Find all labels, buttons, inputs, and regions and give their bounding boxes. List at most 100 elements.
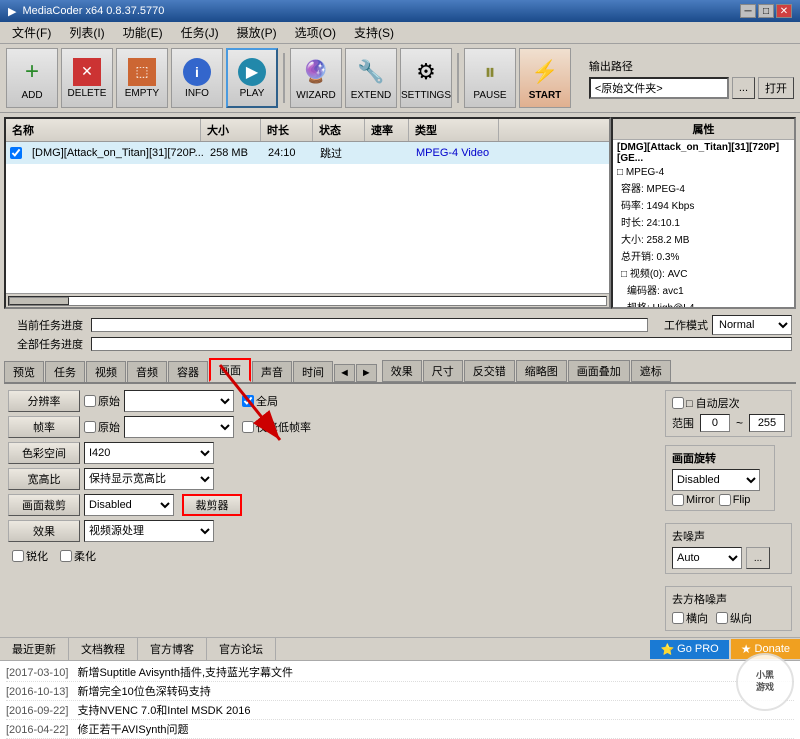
sharpen-checkbox[interactable] (12, 550, 24, 562)
tab-next-arrow[interactable]: ► (356, 364, 377, 382)
col-header-status[interactable]: 状态 (313, 119, 365, 141)
add-button[interactable]: + ADD (6, 48, 58, 108)
denoise-select[interactable]: Auto Off Light Medium Strong (672, 547, 742, 569)
tab-prev-arrow[interactable]: ◄ (334, 364, 355, 382)
tab-size[interactable]: 尺寸 (423, 360, 463, 382)
extend-button[interactable]: 🔧 EXTEND (345, 48, 397, 108)
tab-sound[interactable]: 声音 (252, 361, 292, 382)
colorspace-button[interactable]: 色彩空间 (8, 442, 80, 464)
rotation-box: 画面旋转 Disabled 90 CW 90 CCW 180 Mirror (665, 445, 775, 511)
tab-video[interactable]: 视频 (86, 361, 126, 382)
rotation-select[interactable]: Disabled 90 CW 90 CCW 180 (672, 469, 760, 491)
menu-support[interactable]: 支持(S) (346, 22, 402, 43)
output-path-input[interactable] (589, 77, 729, 99)
wizard-button[interactable]: 🔮 WIZARD (290, 48, 342, 108)
framerate-original-checkbox[interactable] (84, 421, 96, 433)
reduce-framerate-checkbox[interactable] (242, 421, 254, 433)
vertical-deblock-check[interactable]: 纵向 (716, 610, 752, 626)
aspect-ratio-button[interactable]: 宽高比 (8, 468, 80, 490)
tab-mask[interactable]: 遮标 (631, 360, 671, 382)
bottom-tab-updates[interactable]: 最近更新 (0, 638, 69, 660)
news-item: [2016-04-22] 修正若干AVISynth问题 (6, 720, 794, 739)
horizontal-deblock-checkbox[interactable] (672, 612, 684, 624)
settings-button[interactable]: ⚙ SETTINGS (400, 48, 452, 108)
tab-deinterlace[interactable]: 反交错 (464, 360, 515, 382)
soften-checkbox[interactable] (60, 550, 72, 562)
file-size: 258 MB (204, 146, 262, 160)
range-min-input[interactable] (700, 414, 730, 432)
table-row[interactable]: [DMG][Attack_on_Titan][31][720P... 258 M… (6, 142, 609, 164)
gopro-icon: ⭐ (660, 643, 674, 656)
framerate-button[interactable]: 帧率 (8, 416, 80, 438)
col-header-duration[interactable]: 时长 (261, 119, 313, 141)
effect-button[interactable]: 效果 (8, 520, 80, 542)
crop-editor-button[interactable]: 裁剪器 (182, 494, 242, 516)
col-header-size[interactable]: 大小 (201, 119, 261, 141)
horizontal-deblock-check[interactable]: 横向 (672, 610, 708, 626)
resolution-button[interactable]: 分辨率 (8, 390, 80, 412)
info-button[interactable]: i INFO (171, 48, 223, 108)
start-button[interactable]: ⚡ START (519, 48, 571, 108)
delete-button[interactable]: ✕ DELETE (61, 48, 113, 108)
menu-file[interactable]: 文件(F) (4, 22, 59, 43)
sharpen-check[interactable]: 锐化 (12, 548, 48, 564)
auto-deinterlace-checkbox[interactable] (672, 397, 684, 409)
play-button[interactable]: ▶ PLAY (226, 48, 278, 108)
flip-checkbox[interactable] (719, 494, 731, 506)
tab-audio[interactable]: 音频 (127, 361, 167, 382)
tab-effects[interactable]: 效果 (382, 360, 422, 382)
denoise-settings-button[interactable]: ... (746, 547, 770, 569)
tab-container[interactable]: 容器 (168, 361, 208, 382)
bottom-tab-blog[interactable]: 官方博客 (138, 638, 207, 660)
framerate-select[interactable] (124, 416, 234, 438)
tab-task[interactable]: 任务 (45, 361, 85, 382)
auto-deinterlace-check[interactable]: □ 自动层次 (672, 395, 740, 411)
bottom-tab-forum[interactable]: 官方论坛 (207, 638, 276, 660)
menu-playback[interactable]: 摄放(P) (229, 22, 285, 43)
tab-thumbnail[interactable]: 缩略图 (516, 360, 567, 382)
prop-item: 码率: 1494 Kbps (613, 196, 794, 213)
crop-select[interactable]: Disabled Enabled (84, 494, 174, 516)
tab-picture[interactable]: 画面 (209, 358, 251, 382)
colorspace-select[interactable]: I420 YUV420 RGB (84, 442, 214, 464)
pause-button[interactable]: ⏸ PAUSE (464, 48, 516, 108)
tab-overlay[interactable]: 画面叠加 (568, 360, 630, 382)
col-header-type[interactable]: 类型 (409, 119, 499, 141)
vertical-deblock-checkbox[interactable] (716, 612, 728, 624)
resolution-select[interactable] (124, 390, 234, 412)
fullscreen-checkbox[interactable] (242, 395, 254, 407)
empty-button[interactable]: ⬚ EMPTY (116, 48, 168, 108)
work-mode-select[interactable]: Normal Fast Slow (712, 315, 792, 335)
effect-select[interactable]: 视频源处理 无 (84, 520, 214, 542)
crop-button[interactable]: 画面裁剪 (8, 494, 80, 516)
aspect-ratio-select[interactable]: 保持显示宽高比 原始 4:3 16:9 (84, 468, 214, 490)
menu-list[interactable]: 列表(I) (61, 22, 112, 43)
gopro-button[interactable]: ⭐ Go PRO (650, 640, 728, 659)
tab-time[interactable]: 时间 (293, 361, 333, 382)
flip-check[interactable]: Flip (719, 494, 751, 506)
framerate-original-check[interactable]: 原始 (84, 419, 120, 435)
mirror-checkbox[interactable] (672, 494, 684, 506)
menu-task[interactable]: 任务(J) (173, 22, 227, 43)
mirror-check[interactable]: Mirror (672, 494, 715, 506)
menu-function[interactable]: 功能(E) (115, 22, 171, 43)
file-status: 跳过 (314, 144, 366, 162)
minimize-button[interactable]: ─ (740, 4, 756, 18)
col-header-name[interactable]: 名称 (6, 119, 201, 141)
file-checkbox[interactable] (10, 147, 22, 159)
output-open-button[interactable]: 打开 (758, 77, 794, 99)
soften-check[interactable]: 柔化 (60, 548, 96, 564)
resolution-original-check[interactable]: 原始 (84, 393, 120, 409)
menu-options[interactable]: 选项(O) (287, 22, 344, 43)
reduce-framerate-check[interactable]: 仅降低帧率 (242, 419, 311, 435)
close-button[interactable]: ✕ (776, 4, 792, 18)
col-header-speed[interactable]: 速率 (365, 119, 409, 141)
range-max-input[interactable] (749, 414, 785, 432)
prop-item: 大小: 258.2 MB (613, 230, 794, 247)
maximize-button[interactable]: □ (758, 4, 774, 18)
bottom-tab-docs[interactable]: 文档教程 (69, 638, 138, 660)
fullscreen-check[interactable]: 全局 (242, 393, 278, 409)
resolution-original-checkbox[interactable] (84, 395, 96, 407)
tab-preview[interactable]: 预览 (4, 361, 44, 382)
output-browse-button[interactable]: ... (732, 77, 755, 99)
